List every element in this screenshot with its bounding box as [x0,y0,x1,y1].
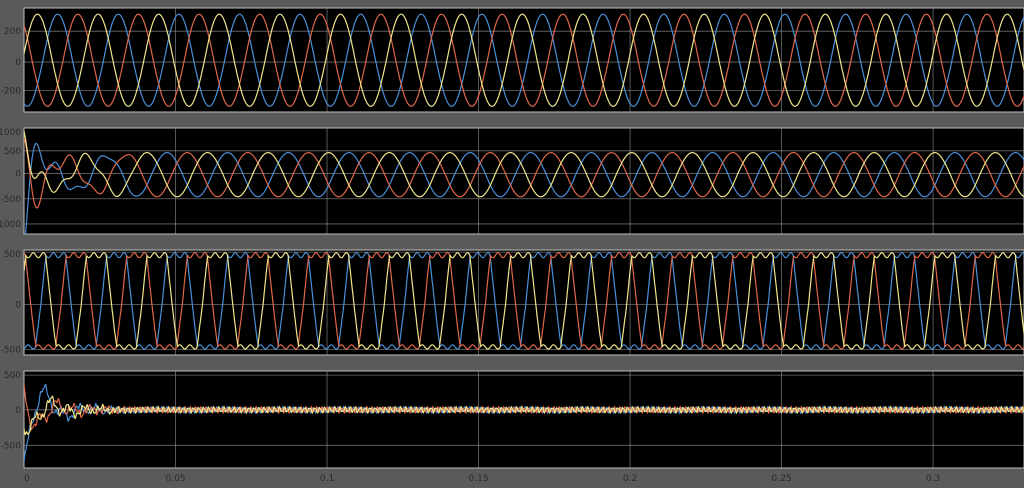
y-tick-label: 1000 [0,128,21,138]
scope-display: 200 0 -200 1000 500 0 -500 -1000 500 0 -500 500 0 -50… [0,7,1024,484]
y-tick-label: 0 [15,406,21,416]
y-tick-label: -500 [1,195,22,205]
scope-panel-2: 1000 500 0 -500 -1000 [0,127,1024,235]
y-tick-label: 500 [4,250,21,260]
x-tick-label: 0.15 [469,474,489,484]
y-tick-label: 200 [4,27,21,37]
y-tick-label: -500 [1,441,22,451]
y-tick-label: 0 [15,58,21,68]
x-tick-label: 0.05 [165,474,185,484]
axes-area [23,370,1024,469]
x-tick-label: 0.3 [926,474,940,484]
scope-panel-4: 500 0 -500 [1,370,1024,469]
y-tick-label: 500 [4,147,21,157]
x-tick-label: 0 [24,474,30,484]
x-tick-label: 0.2 [623,474,637,484]
y-tick-label: -200 [1,87,22,97]
y-tick-label: 0 [15,301,21,311]
y-tick-label: -1000 [0,220,21,230]
scope-panel-1: 200 0 -200 [1,7,1024,113]
x-tick-label: 0.25 [772,474,792,484]
y-tick-label: 500 [4,371,21,381]
x-tick-label: 0.1 [320,474,334,484]
y-tick-label: 0 [15,170,21,180]
scope-panel-3: 500 0 -500 [1,249,1024,356]
axes-area [23,249,1024,356]
y-tick-label: -500 [1,346,22,356]
axes-area [23,127,1024,235]
